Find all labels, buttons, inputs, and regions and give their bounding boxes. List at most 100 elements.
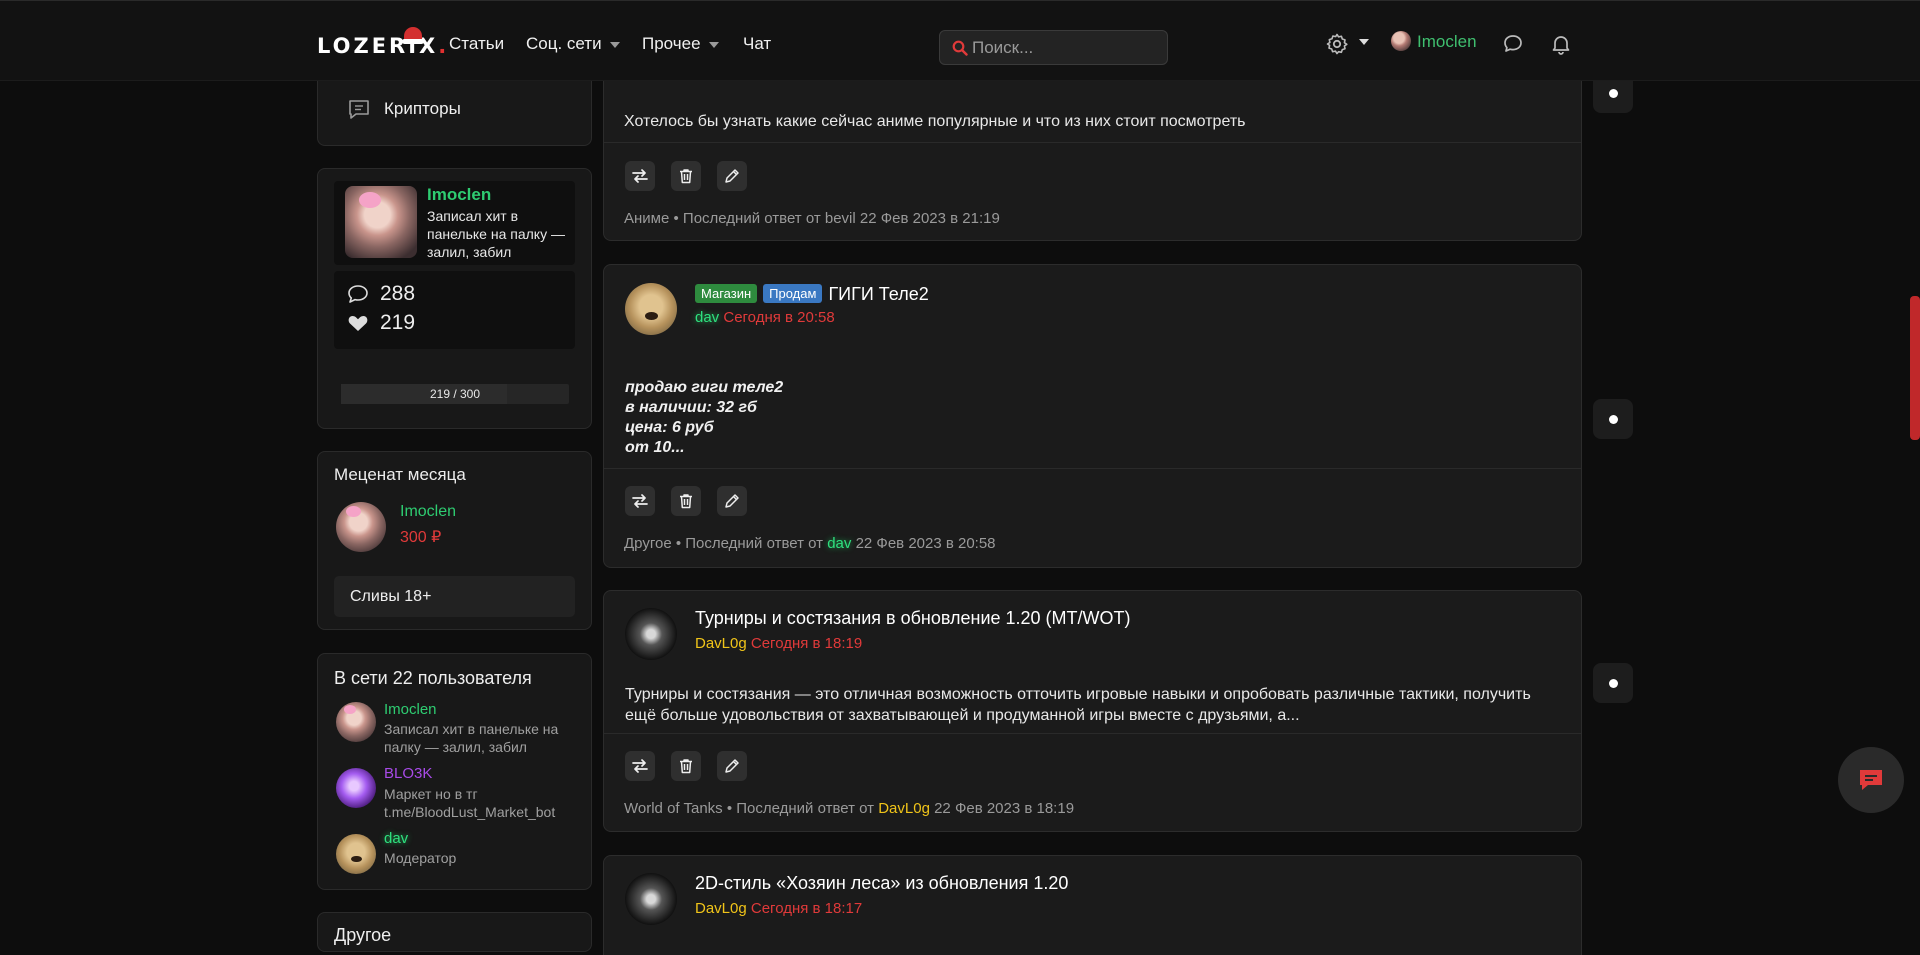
avatar[interactable] xyxy=(625,283,677,335)
thread-author-row: dav Сегодня в 20:58 xyxy=(695,309,835,326)
nav-social-label: Соц. сети xyxy=(526,34,602,53)
patron-title: Меценат месяца xyxy=(334,465,466,484)
chat-icon xyxy=(1860,770,1882,790)
nav-articles-label: Статьи xyxy=(449,34,505,53)
avatar[interactable] xyxy=(625,608,677,660)
avatar[interactable] xyxy=(336,702,376,742)
header-user[interactable]: Imoclen xyxy=(1391,31,1477,52)
header-user-name: Imoclen xyxy=(1417,32,1477,51)
meta-prefix: Другое • Последний ответ от xyxy=(624,535,824,552)
profile-likes-count: 219 xyxy=(380,311,416,334)
thread-card[interactable]: Хотелось бы узнать какие сейчас аниме по… xyxy=(603,60,1582,241)
avatar[interactable] xyxy=(336,768,376,808)
thread-title[interactable]: ГИГИ Теле2 xyxy=(828,284,928,304)
online-user-status: Модератор xyxy=(384,850,457,866)
avatar[interactable] xyxy=(336,502,386,552)
nav-other[interactable]: Прочее xyxy=(642,34,719,54)
edit-button[interactable] xyxy=(717,486,747,516)
profile-messages-count: 288 xyxy=(380,282,416,305)
gear-icon[interactable] xyxy=(1325,32,1349,56)
avatar[interactable] xyxy=(336,834,376,874)
patron-link[interactable]: Сливы 18+ xyxy=(350,588,431,606)
move-button[interactable] xyxy=(625,486,655,516)
edit-button[interactable] xyxy=(717,161,747,191)
thread-excerpt: Турниры и состязания — это отличная возм… xyxy=(625,686,1531,724)
move-button[interactable] xyxy=(625,751,655,781)
divider xyxy=(604,733,1581,734)
pencil-icon xyxy=(725,759,739,773)
delete-button[interactable] xyxy=(671,751,701,781)
patron-link-box[interactable]: Сливы 18+ xyxy=(334,576,575,617)
meta-user[interactable]: dav xyxy=(827,535,851,552)
floating-chat-button[interactable] xyxy=(1838,747,1904,813)
meta-user[interactable]: DavL0g xyxy=(878,800,930,817)
meta-date: 22 Фев 2023 в 20:58 xyxy=(855,535,996,552)
pencil-icon xyxy=(725,494,739,508)
thread-author[interactable]: DavL0g xyxy=(695,900,747,917)
divider xyxy=(604,468,1581,469)
comment-icon xyxy=(349,100,369,119)
thread-author-row: DavL0g Сегодня в 18:19 xyxy=(695,635,862,652)
online-user-status: Записал хит в панельке на палку — залил,… xyxy=(384,721,559,755)
online-user-name[interactable]: BLO3K xyxy=(384,765,432,782)
tag-shop[interactable]: Магазин xyxy=(695,284,758,303)
profile-card: Imoclen Записал хит в панельке на палку … xyxy=(317,168,592,429)
thread-title[interactable]: 2D-стиль «Хозяин леса» из обновления 1.2… xyxy=(695,873,1068,894)
thread-meta: Аниме • Последний ответ от bevil 22 Фев … xyxy=(624,210,1000,227)
thread-meta: Другое • Последний ответ от dav 22 Фев 2… xyxy=(624,535,996,552)
nav-chat[interactable]: Чат xyxy=(743,34,771,54)
nav-other-label: Прочее xyxy=(642,34,701,53)
site-logo[interactable]: LOZERIX. xyxy=(317,27,450,58)
thread-card[interactable]: Магазин Продам ГИГИ Теле2 dav Сегодня в 20… xyxy=(603,264,1582,568)
message-icon xyxy=(348,285,368,303)
excerpt-line: в наличии: 32 гб xyxy=(625,399,757,416)
patron-name[interactable]: Imoclen xyxy=(400,503,456,521)
thread-card[interactable]: 2D-стиль «Хозяин леса» из обновления 1.2… xyxy=(603,855,1582,955)
chevron-down-icon[interactable] xyxy=(1359,39,1369,45)
santa-hat-icon xyxy=(402,27,424,44)
logo-dot: . xyxy=(438,34,450,58)
nav-chat-label: Чат xyxy=(743,34,772,53)
avatar[interactable] xyxy=(625,873,677,925)
search-box[interactable] xyxy=(939,30,1168,65)
heart-icon xyxy=(348,316,368,331)
online-user-name[interactable]: Imoclen xyxy=(384,701,437,718)
online-user-status: Маркет но в тг t.me/BloodLust_Market_bot xyxy=(384,786,556,820)
nav-social[interactable]: Соц. сети xyxy=(526,34,620,54)
profile-progress-bar: 219 / 300 xyxy=(341,384,569,404)
chevron-down-icon xyxy=(609,41,620,48)
swap-icon xyxy=(632,169,648,183)
bell-icon[interactable] xyxy=(1549,32,1573,56)
search-icon xyxy=(952,40,968,56)
meta-prefix: World of Tanks • Последний ответ от xyxy=(624,800,875,817)
thread-title[interactable]: Турниры и состязания в обновление 1.20 (… xyxy=(695,608,1131,629)
thread-author[interactable]: DavL0g xyxy=(695,635,747,652)
sidebar-item-cryptors[interactable]: Крипторы xyxy=(384,99,461,119)
thread-card[interactable]: Турниры и состязания в обновление 1.20 (… xyxy=(603,590,1582,832)
nav-articles[interactable]: Статьи xyxy=(449,34,504,54)
thread-status-dot[interactable] xyxy=(1593,399,1633,439)
chat-bubble-icon[interactable] xyxy=(1501,32,1525,56)
scrollbar-thumb[interactable] xyxy=(1910,296,1920,440)
swap-icon xyxy=(632,759,648,773)
delete-button[interactable] xyxy=(671,161,701,191)
avatar[interactable] xyxy=(345,186,417,258)
top-header: LOZERIX. Статьи Соц. сети Прочее Чат Imo… xyxy=(0,0,1920,81)
divider xyxy=(604,142,1581,143)
thread-excerpt: Хотелось бы узнать какие сейчас аниме по… xyxy=(624,113,1246,130)
thread-author[interactable]: dav xyxy=(695,309,719,326)
thread-status-dot[interactable] xyxy=(1593,663,1633,703)
tag-sell[interactable]: Продам xyxy=(763,284,823,303)
excerpt-line: цена: 6 руб xyxy=(625,419,714,436)
move-button[interactable] xyxy=(625,161,655,191)
online-user-name[interactable]: dav xyxy=(384,830,408,847)
search-input[interactable] xyxy=(972,37,1162,59)
edit-button[interactable] xyxy=(717,751,747,781)
online-title: В сети 22 пользователя xyxy=(334,668,532,688)
swap-icon xyxy=(632,494,648,508)
delete-button[interactable] xyxy=(671,486,701,516)
profile-name[interactable]: Imoclen xyxy=(427,185,491,205)
other-card: Другое xyxy=(317,912,592,952)
sidebar-menu-card: Крипторы xyxy=(317,70,592,146)
thread-title-row: Магазин Продам ГИГИ Теле2 xyxy=(695,284,929,305)
